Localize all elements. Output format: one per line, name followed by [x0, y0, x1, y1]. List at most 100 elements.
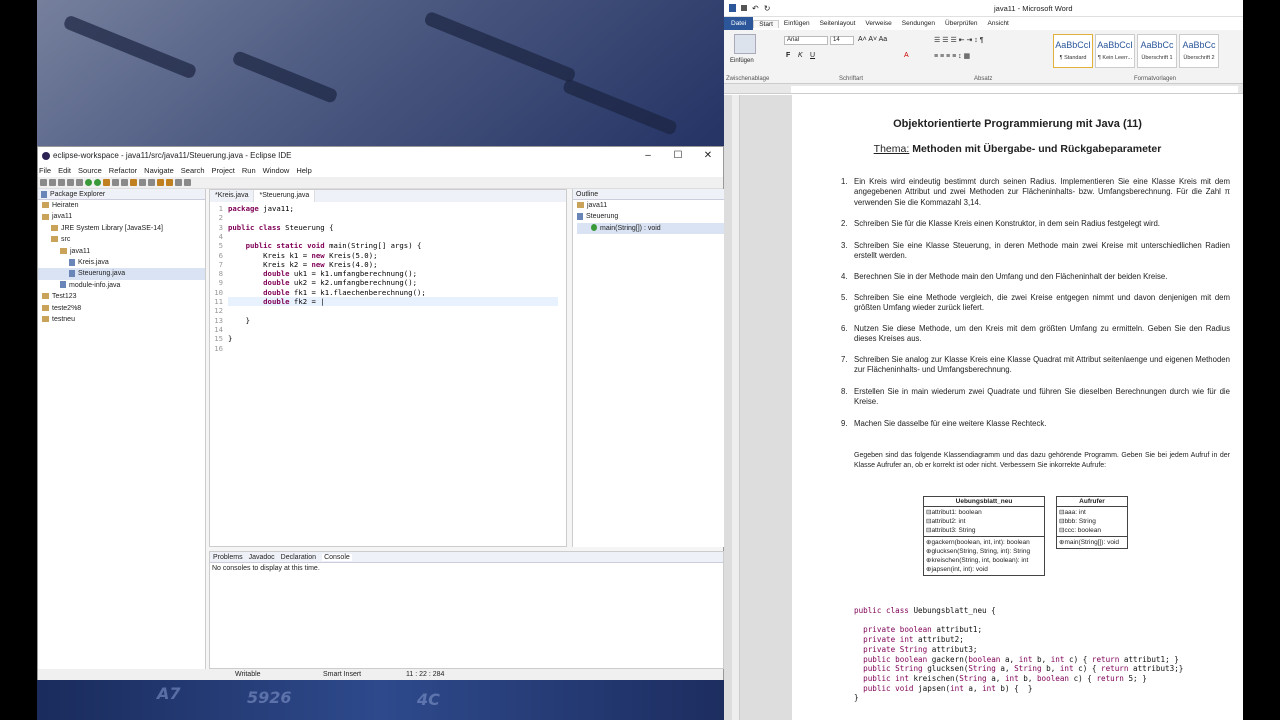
undo-icon[interactable]: ↶ — [752, 4, 759, 13]
close-button[interactable]: ✕ — [693, 150, 723, 161]
tree-item[interactable]: Steuerung.java — [38, 268, 205, 280]
document-page[interactable]: Objektorientierte Programmierung mit Jav… — [792, 95, 1243, 720]
tab-verweise[interactable]: Verweise — [860, 20, 896, 27]
new-package-icon[interactable] — [121, 179, 128, 186]
tab-console[interactable]: Console — [322, 553, 352, 561]
font-color-icon[interactable]: A — [904, 52, 909, 59]
tree-item[interactable]: src — [38, 234, 205, 245]
tab-steuerung-java[interactable]: *Steuerung.java — [254, 190, 316, 202]
new-class-icon[interactable] — [130, 179, 137, 186]
outline-title[interactable]: Outline — [576, 191, 598, 198]
new-java-project-icon[interactable] — [112, 179, 119, 186]
code-line[interactable]: } — [228, 316, 250, 325]
tab-datei[interactable]: Datei — [724, 17, 754, 30]
style-heading-2[interactable]: AaBbCc Überschrift 2 — [1179, 34, 1219, 68]
code-line[interactable]: public class Steuerung { — [228, 223, 333, 232]
tab-javadoc[interactable]: Javadoc — [249, 554, 275, 561]
code-line[interactable]: } — [228, 334, 232, 343]
underline-button[interactable]: U — [810, 52, 815, 59]
new-icon[interactable] — [40, 179, 47, 186]
tab-declaration[interactable]: Declaration — [281, 554, 316, 561]
back-icon[interactable] — [175, 179, 182, 186]
tree-item[interactable]: JRE System Library [JavaSE-14] — [38, 223, 205, 234]
code-line[interactable]: double fk2 = | — [228, 297, 558, 306]
menu-refactor[interactable]: Refactor — [109, 166, 137, 175]
search-icon[interactable] — [148, 179, 155, 186]
task-item: 2. Schreiben Sie für die Klasse Kreis ein… — [841, 219, 1160, 228]
annotation-prev-icon[interactable] — [166, 179, 173, 186]
paste-icon[interactable] — [734, 34, 756, 54]
italic-button[interactable]: K — [798, 52, 803, 59]
print-icon[interactable] — [67, 179, 74, 186]
menu-source[interactable]: Source — [78, 166, 102, 175]
code-line[interactable]: public static void main(String[] args) { — [228, 241, 422, 250]
tab-sendungen[interactable]: Sendungen — [897, 20, 940, 27]
java-line: public boolean gackern(boolean a, int b,… — [863, 654, 1179, 664]
menu-project[interactable]: Project — [212, 166, 235, 175]
menu-window[interactable]: Window — [263, 166, 290, 175]
code-editor[interactable]: *Kreis.java *Steuerung.java 1 package jav… — [209, 189, 567, 547]
outline-item-class[interactable]: Steuerung — [577, 211, 724, 222]
style-heading-1[interactable]: AaBbCc Überschrift 1 — [1137, 34, 1177, 68]
open-type-icon[interactable] — [139, 179, 146, 186]
list-icons[interactable]: ☰ ☰ ☰ ⇤ ⇥ ↕ ¶ — [934, 36, 984, 44]
font-name-select[interactable]: Arial — [784, 36, 828, 45]
menu-help[interactable]: Help — [296, 166, 311, 175]
task-item: 8. Erstellen Sie in main wiederum zwei Qu… — [841, 387, 1230, 407]
redo-icon[interactable]: ↻ — [764, 4, 771, 13]
align-icons[interactable]: ≡ ≡ ≡ ≡ ↕ ▦ — [934, 52, 970, 60]
tree-item[interactable]: Test123 — [38, 291, 205, 302]
style-standard[interactable]: AaBbCcI ¶ Standard — [1053, 34, 1093, 68]
menu-edit[interactable]: Edit — [58, 166, 71, 175]
uml-member: ⊟attribut2: int — [926, 518, 966, 525]
code-line[interactable]: Kreis k1 = new Kreis(5.0); — [228, 251, 377, 260]
bold-button[interactable]: F — [786, 52, 790, 59]
tree-item[interactable]: testneu — [38, 314, 205, 325]
grow-font-icon[interactable]: A˄ A˅ Aa — [858, 36, 887, 43]
menu-file[interactable]: File — [39, 166, 51, 175]
tab-kreis-java[interactable]: *Kreis.java — [210, 190, 255, 202]
tab-start[interactable]: Start — [753, 19, 779, 28]
save-icon[interactable] — [49, 179, 56, 186]
tree-item[interactable]: module-info.java — [38, 280, 205, 291]
package-explorer-title[interactable]: Package Explorer — [50, 191, 105, 198]
task-item: 4. Berechnen Sie in der Methode main den … — [841, 272, 1168, 281]
minimize-button[interactable]: – — [633, 150, 663, 161]
tree-item[interactable]: java11 — [38, 246, 205, 257]
menu-run[interactable]: Run — [242, 166, 256, 175]
menu-navigate[interactable]: Navigate — [144, 166, 174, 175]
tree-item[interactable]: Kreis.java — [38, 257, 205, 268]
code-line[interactable]: package java11; — [228, 204, 294, 213]
tab-problems[interactable]: Problems — [213, 554, 243, 561]
paste-button[interactable]: Einfügen — [730, 58, 754, 64]
maximize-button[interactable]: ☐ — [663, 150, 693, 161]
tree-item[interactable]: teste2%8 — [38, 303, 205, 314]
external-tools-icon[interactable] — [103, 179, 110, 186]
tab-ansicht[interactable]: Ansicht — [983, 20, 1014, 27]
tree-item[interactable]: java11 — [38, 211, 205, 222]
style-no-spacing[interactable]: AaBbCcI ¶ Kein Leerr... — [1095, 34, 1135, 68]
save-all-icon[interactable] — [58, 179, 65, 186]
code-line[interactable]: double uk1 = k1.umfangberechnung(); — [228, 269, 417, 278]
menu-search[interactable]: Search — [181, 166, 205, 175]
run-icon[interactable] — [94, 179, 101, 186]
code-line[interactable]: double uk2 = k2.umfangberechnung(); — [228, 278, 417, 287]
outline-item-package[interactable]: java11 — [577, 200, 724, 211]
save-icon[interactable] — [741, 5, 747, 11]
debug-icon[interactable] — [85, 179, 92, 186]
code-line[interactable]: Kreis k2 = new Kreis(4.0); — [228, 260, 377, 269]
tree-item[interactable]: Heiraten — [38, 200, 205, 211]
line-number: 13 — [214, 315, 223, 325]
tab-seitenlayout[interactable]: Seitenlayout — [815, 20, 861, 27]
tab-ueberpruefen[interactable]: Überprüfen — [940, 20, 983, 27]
outline-item-method[interactable]: main(String[]) : void — [577, 222, 724, 235]
horizontal-ruler — [724, 84, 1243, 94]
uml-member: ⊕kreischen(String, int, boolean): int — [926, 557, 1029, 564]
annotation-next-icon[interactable] — [157, 179, 164, 186]
code-line[interactable]: double fk1 = k1.flaechenberechnung(); — [228, 288, 426, 297]
font-size-select[interactable]: 14 — [830, 36, 854, 45]
forward-icon[interactable] — [184, 179, 191, 186]
status-insert-mode: Smart Insert — [323, 671, 362, 678]
terminal-icon[interactable] — [76, 179, 83, 186]
tab-einfuegen[interactable]: Einfügen — [779, 20, 815, 27]
